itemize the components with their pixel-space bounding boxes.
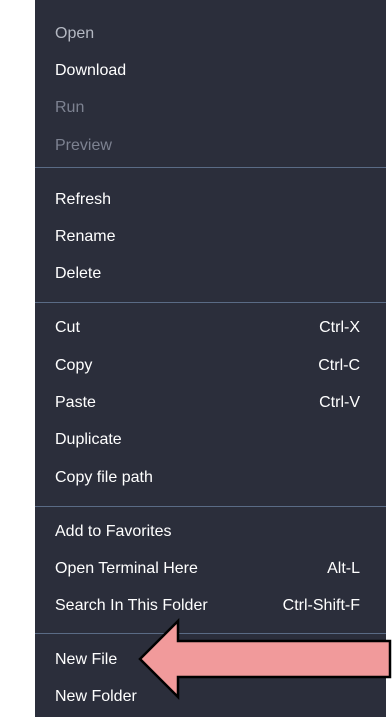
menu-item-label: Open [55, 25, 95, 42]
menu-item-shortcut: Ctrl-X [319, 319, 360, 336]
menu-item-cut[interactable]: Cut Ctrl-X [55, 313, 360, 343]
menu-item-copy-file-path[interactable]: Copy file path [55, 463, 360, 493]
menu-item-run[interactable]: Run [55, 93, 360, 123]
menu-item-label: Paste [55, 394, 96, 411]
menu-item-open-terminal-here[interactable]: Open Terminal Here Alt-L [55, 554, 360, 584]
menu-separator [35, 167, 386, 168]
menu-item-download[interactable]: Download [55, 56, 360, 86]
menu-item-shortcut: Alt-L [327, 560, 360, 577]
menu-item-label: Add to Favorites [55, 523, 172, 540]
menu-item-label: Copy file path [55, 469, 153, 486]
menu-separator [35, 302, 386, 303]
menu-item-label: Open Terminal Here [55, 560, 198, 577]
menu-item-label: Delete [55, 265, 102, 282]
menu-item-add-to-favorites[interactable]: Add to Favorites [55, 517, 360, 547]
menu-item-paste[interactable]: Paste Ctrl-V [55, 388, 360, 418]
menu-item-label: Download [55, 62, 127, 79]
menu-item-label: Run [55, 99, 85, 116]
menu-item-delete[interactable]: Delete [55, 259, 360, 289]
menu-item-label: Duplicate [55, 431, 122, 448]
menu-item-shortcut: Ctrl-V [319, 394, 360, 411]
menu-item-label: Rename [55, 228, 116, 245]
menu-item-label: Search In This Folder [55, 597, 208, 614]
menu-item-label: Preview [55, 137, 112, 154]
menu-item-label: Refresh [55, 191, 112, 208]
menu-separator [35, 633, 386, 634]
menu-item-duplicate[interactable]: Duplicate [55, 425, 360, 455]
menu-item-label: Copy [55, 357, 93, 374]
menu-item-open[interactable]: Open [55, 19, 360, 49]
menu-item-new-file[interactable]: New File [55, 645, 360, 675]
context-menu: Open Download Run Preview Refresh Rename… [35, 0, 386, 717]
menu-item-shortcut: Ctrl-C [318, 357, 360, 374]
menu-item-label: New File [55, 651, 118, 668]
menu-item-refresh[interactable]: Refresh [55, 185, 360, 215]
menu-separator [35, 506, 386, 507]
menu-item-label: New Folder [55, 688, 137, 705]
menu-item-rename[interactable]: Rename [55, 222, 360, 252]
menu-item-preview[interactable]: Preview [55, 131, 360, 161]
menu-item-new-folder[interactable]: New Folder [55, 682, 360, 712]
menu-item-shortcut: Ctrl-Shift-F [282, 597, 360, 614]
menu-item-search-in-this-folder[interactable]: Search In This Folder Ctrl-Shift-F [55, 591, 360, 621]
menu-item-label: Cut [55, 319, 80, 336]
menu-item-copy[interactable]: Copy Ctrl-C [55, 351, 360, 381]
